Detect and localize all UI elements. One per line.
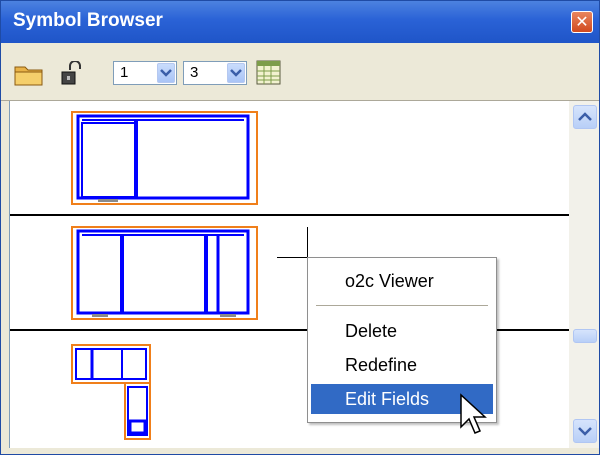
chevron-down-icon xyxy=(578,427,592,436)
menu-separator xyxy=(316,305,488,306)
chevron-up-icon xyxy=(578,112,592,121)
cursor-crosshair xyxy=(307,227,308,259)
close-icon: ✕ xyxy=(575,12,589,31)
menu-item-redefine[interactable]: Redefine xyxy=(311,350,493,380)
window-title: Symbol Browser xyxy=(13,10,163,31)
scroll-up-button[interactable] xyxy=(573,105,597,129)
unlock-icon[interactable] xyxy=(59,61,83,87)
symbol-browser-window: Symbol Browser ✕ 1 3 o2c Viewer Delete R… xyxy=(0,0,600,455)
symbol-row[interactable] xyxy=(10,101,569,216)
symbol-preview[interactable] xyxy=(70,343,160,443)
table-icon[interactable] xyxy=(255,59,283,87)
chevron-down-icon[interactable] xyxy=(227,63,245,83)
combo-page-value: 1 xyxy=(120,64,129,81)
mouse-cursor-icon xyxy=(460,393,487,434)
scroll-down-button[interactable] xyxy=(573,419,597,443)
combo-columns-value: 3 xyxy=(190,64,199,81)
symbol-preview[interactable] xyxy=(70,111,260,207)
scroll-thumb[interactable] xyxy=(573,329,597,343)
combo-page[interactable]: 1 xyxy=(113,61,177,85)
vertical-scrollbar[interactable] xyxy=(569,101,599,448)
symbol-preview[interactable] xyxy=(70,226,260,322)
menu-item-o2c-viewer[interactable]: o2c Viewer xyxy=(311,266,493,296)
combo-columns[interactable]: 3 xyxy=(183,61,247,85)
toolbar: 1 3 xyxy=(1,43,599,101)
menu-item-delete[interactable]: Delete xyxy=(311,316,493,346)
close-button[interactable]: ✕ xyxy=(571,11,593,33)
chevron-down-icon[interactable] xyxy=(157,63,175,83)
title-bar[interactable]: Symbol Browser ✕ xyxy=(1,1,599,43)
folder-icon[interactable] xyxy=(13,61,45,87)
